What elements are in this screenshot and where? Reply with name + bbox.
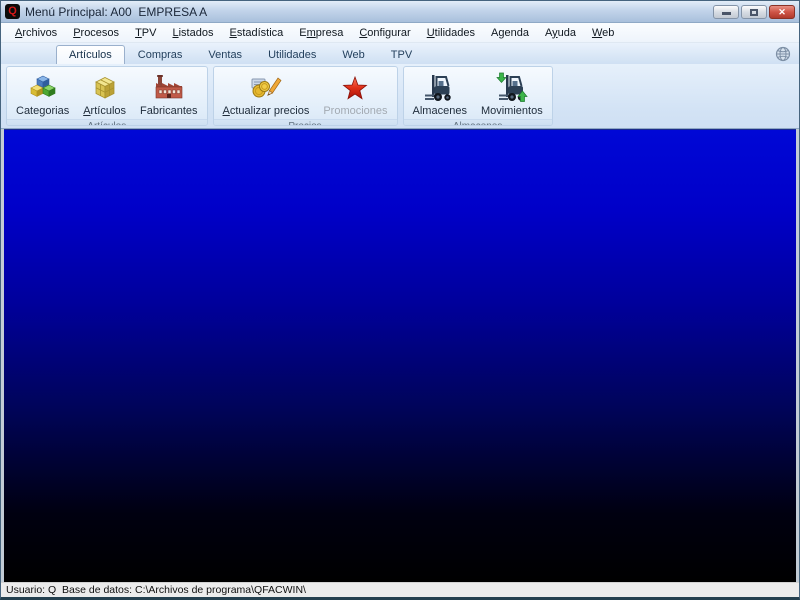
ribbon-group-caption: Artículos [7,119,207,125]
close-icon: ✕ [778,6,786,17]
ribbon-button-label: Actualizar precios [222,105,310,117]
menu-item-configurar[interactable]: Configurar [351,25,418,41]
menu-item-label: Empresa [299,26,344,39]
tab-web[interactable]: Web [329,45,377,64]
update-prices-icon [250,72,282,104]
app-logo-icon: Q [5,4,20,19]
menu-item-label: Archivos [15,26,58,39]
maximize-icon [750,8,758,16]
ribbon-group-almacenes: Almacenes Movimientos [402,66,553,126]
minimize-button[interactable] [713,4,739,19]
ribbon-button-label: Almacenes [412,105,467,117]
menu-item-web[interactable]: Web [584,25,622,41]
titlebar[interactable]: Q Menú Principal: A00 EMPRESA A ✕ [1,1,799,23]
factory-icon [153,72,185,104]
tab-ventas[interactable]: Ventas [195,45,255,64]
ribbon-button-label: Promociones [323,105,388,117]
fabricantes-button[interactable]: Fabricantes [134,69,203,119]
menu-item-label: Agenda [491,26,529,39]
close-button[interactable]: ✕ [769,4,795,19]
window-controls: ✕ [713,4,795,19]
category-cubes-icon [27,72,59,104]
menu-item-label: Ayuda [544,26,576,39]
movements-forklift-icon [496,72,528,104]
tab-tpv[interactable]: TPV [378,45,425,64]
workspace-frame [1,129,799,582]
menu-item-estadistica[interactable]: Estadística [221,25,291,41]
tab-utilidades[interactable]: Utilidades [255,45,329,64]
help-globe-icon[interactable] [775,46,791,62]
menu-item-tpv[interactable]: TPV [127,25,164,41]
promotions-star-icon [339,72,371,104]
ribbon: Categorias Artículos Fabricantes Actuali… [1,64,799,129]
statusbar: Usuario: Q Base de datos: C:\Archivos de… [1,582,799,597]
ribbon-button-label: Fabricantes [140,105,198,117]
articles-cube-icon [89,72,121,104]
ribbon-button-label: Artículos [83,105,127,117]
menu-item-label: Web [591,26,615,39]
promociones-button: Promociones [317,69,393,119]
statusbar-text: Usuario: Q Base de datos: C:\Archivos de… [6,584,306,596]
actualizar-precios-button[interactable]: Actualizar precios [217,69,316,119]
articulos-button[interactable]: Artículos [77,69,132,119]
ribbon-group-caption: Almacenes [403,119,552,125]
app-window: Q Menú Principal: A00 EMPRESA A ✕ Archiv… [0,0,800,600]
menu-item-procesos[interactable]: Procesos [65,25,127,41]
ribbon-button-label: Movimientos [480,105,543,117]
ribbon-group-precios: Actualizar precios Promociones Precios [212,66,398,126]
ribbon-group-articulos: Categorias Artículos Fabricantes [6,66,208,126]
menu-item-utilidades[interactable]: Utilidades [419,25,483,41]
window-title: Menú Principal: A00 EMPRESA A [25,4,208,19]
menu-item-listados[interactable]: Listados [164,25,221,41]
tab-articulos[interactable]: Artículos [56,45,125,64]
workspace-background [4,129,796,582]
menu-item-label: Listados [172,26,214,39]
ribbon-group-caption: Precios [213,119,397,125]
maximize-button[interactable] [741,4,767,19]
menu-item-label: TPV [135,26,157,39]
almacenes-button[interactable]: Almacenes [407,69,473,119]
menubar: Archivos Procesos TPV Listados Estadísti… [1,23,799,43]
menu-item-label: Estadística [229,26,284,39]
minimize-icon [722,11,731,15]
warehouse-forklift-icon [424,72,456,104]
menu-item-empresa[interactable]: Empresa [291,25,351,41]
menu-item-label: Utilidades [426,26,476,39]
menu-item-label: Procesos [73,26,120,39]
tab-compras[interactable]: Compras [125,45,196,64]
categorias-button[interactable]: Categorias [10,69,75,119]
menu-item-label: Configurar [359,26,411,39]
menu-item-archivos[interactable]: Archivos [7,25,65,41]
movimientos-button[interactable]: Movimientos [475,69,549,119]
menu-item-ayuda[interactable]: Ayuda [537,25,584,41]
ribbon-tabstrip: Artículos Compras Ventas Utilidades Web … [1,43,799,64]
ribbon-button-label: Categorias [16,105,70,117]
menu-item-agenda[interactable]: Agenda [483,25,537,41]
